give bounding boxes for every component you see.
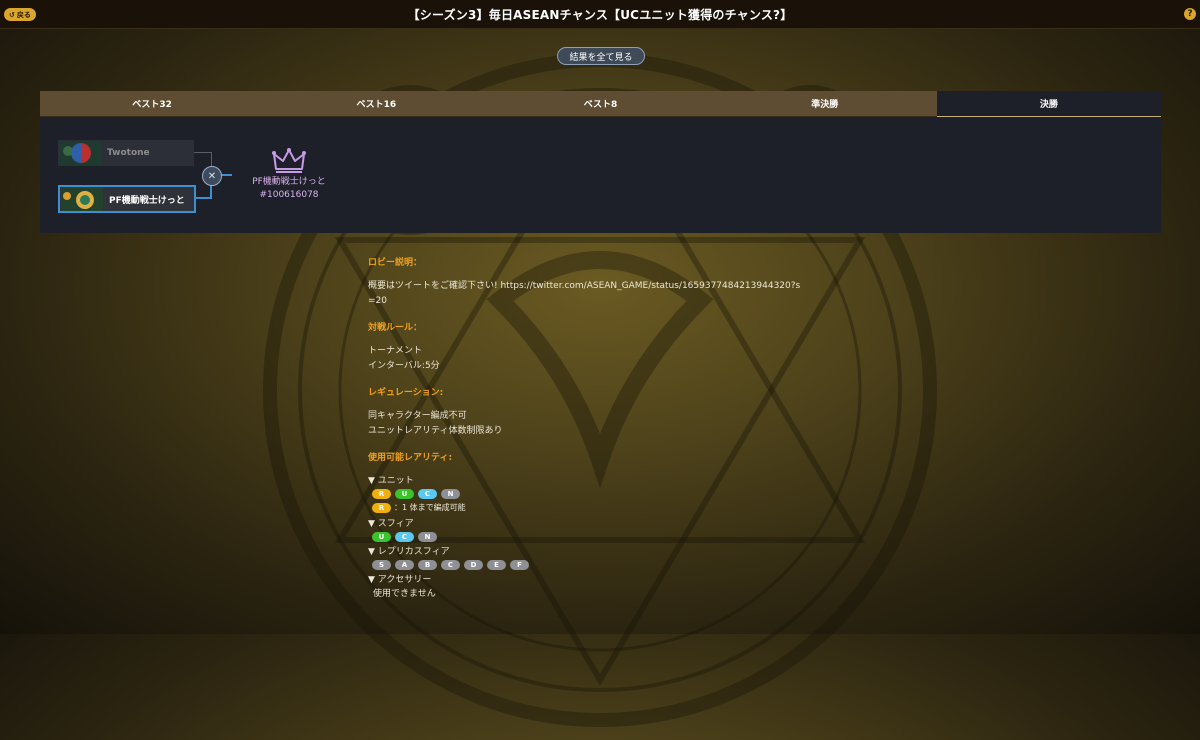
player-name: Twotone <box>107 148 150 158</box>
player-name: PF機動戦士けっと <box>109 195 185 206</box>
tab-best32[interactable]: ベスト32 <box>40 91 265 117</box>
replica-rarity-badges: S A B C D E F <box>372 560 838 570</box>
rarity-badge: S <box>372 560 391 570</box>
rarity-badge: E <box>487 560 506 570</box>
lobby-text-cont: =20 <box>368 296 387 306</box>
player-avatar <box>61 187 103 211</box>
view-all-results-button[interactable]: 結果を全て見る <box>557 47 645 65</box>
page-title: 【シーズン3】毎日ASEANチャンス【UCユニット獲得のチャンス?】 <box>407 7 793 22</box>
tab-final[interactable]: 決勝 <box>936 91 1162 117</box>
rarity-badge: U <box>372 532 391 542</box>
unit-label: ▼ ユニット <box>368 476 414 486</box>
rarity-badge: C <box>441 560 460 570</box>
rules-heading: 対戦ルール： <box>368 323 423 333</box>
rarity-badge: R <box>372 502 391 513</box>
rarity-badge: D <box>464 560 483 570</box>
unit-limit-text: ：1 体まで編成可能 <box>394 503 466 512</box>
rarity-badge: N <box>441 489 460 499</box>
lobby-heading: ロビー説明： <box>368 258 423 268</box>
tab-best8[interactable]: ベスト8 <box>488 91 713 117</box>
help-button[interactable]: ? <box>1184 8 1196 20</box>
crown-icon <box>272 148 306 173</box>
unit-rarity-badges: R U C N <box>372 489 838 499</box>
rarity-badge: N <box>418 532 437 542</box>
title-bar: ↺ 戻る 【シーズン3】毎日ASEANチャンス【UCユニット獲得のチャンス?】 … <box>0 0 1200 29</box>
back-arrow-icon: ↺ <box>9 10 15 19</box>
sphere-label: ▼ スフィア <box>368 519 414 529</box>
player-entry-loser[interactable]: Twotone <box>58 140 194 166</box>
rarity-badge: A <box>395 560 414 570</box>
back-label: 戻る <box>16 10 31 19</box>
rarity-badge: R <box>372 489 391 499</box>
champion-id: #100616078 <box>259 190 319 200</box>
rarity-badge: F <box>510 560 529 570</box>
versus-icon: ✕ <box>202 166 222 186</box>
replica-sphere-label: ▼ レプリカスフィア <box>368 547 450 557</box>
rules-interval: インターバル:5分 <box>368 361 440 371</box>
accessory-text: 使用できません <box>373 589 436 599</box>
help-icon: ? <box>1187 9 1193 19</box>
bracket-line <box>194 152 211 153</box>
sphere-rarity-badges: U C N <box>372 532 838 542</box>
champion-block: PF機動戦士けっと #100616078 <box>246 147 332 202</box>
bracket-panel: Twotone PF機動戦士けっと ✕ PF機動戦士けっと #100616078 <box>40 117 1161 233</box>
tab-semifinal[interactable]: 準決勝 <box>712 91 937 117</box>
accessory-label: ▼ アクセサリー <box>368 575 432 585</box>
rules-format: トーナメント <box>368 346 423 356</box>
player-avatar <box>59 141 101 165</box>
regulation-1: 同キャラクター編成不可 <box>368 411 467 421</box>
lobby-text: 概要はツイートをご確認下さい! https://twitter.com/ASEA… <box>368 281 801 291</box>
rarity-heading: 使用可能レアリティ: <box>368 453 453 463</box>
back-button[interactable]: ↺ 戻る <box>4 8 36 21</box>
rarity-badge: C <box>395 532 414 542</box>
tournament-info: ロビー説明： 概要はツイートをご確認下さい! https://twitter.c… <box>368 255 838 602</box>
champion-name: PF機動戦士けっと <box>252 177 326 187</box>
regulation-2: ユニットレアリティ体数制限あり <box>368 426 503 436</box>
bracket-line-winner <box>194 197 211 199</box>
rarity-badge: U <box>395 489 414 499</box>
unit-limit-note: R ：1 体まで編成可能 <box>372 502 838 513</box>
tab-best16[interactable]: ベスト16 <box>264 91 489 117</box>
round-tabs: ベスト32 ベスト16 ベスト8 準決勝 決勝 <box>40 91 1162 117</box>
regulation-heading: レギュレーション: <box>368 388 444 398</box>
rarity-badge: B <box>418 560 437 570</box>
player-entry-winner[interactable]: PF機動戦士けっと <box>58 185 196 213</box>
rarity-badge: C <box>418 489 437 499</box>
bracket-line <box>211 152 212 167</box>
